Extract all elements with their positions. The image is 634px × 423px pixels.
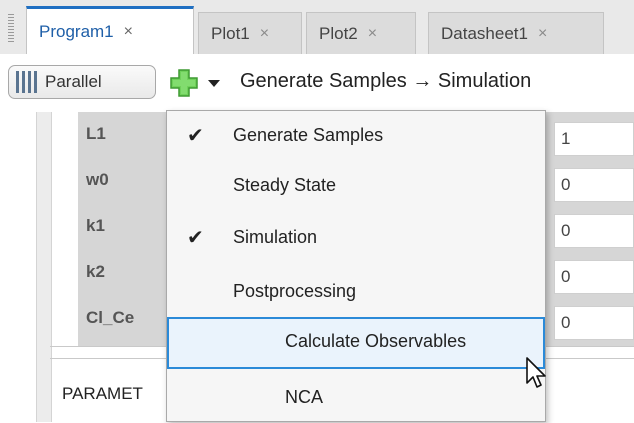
tab-datasheet1[interactable]: Datasheet1 × [428, 12, 604, 54]
parallel-bars-icon [15, 71, 37, 93]
param-value[interactable]: 1 [554, 122, 634, 156]
add-step-button[interactable] [166, 66, 202, 100]
menu-item-label: NCA [285, 387, 324, 407]
close-icon[interactable]: × [124, 23, 133, 41]
green-plus-icon [170, 69, 198, 97]
mouse-pointer-icon [526, 357, 546, 388]
param-value[interactable]: 0 [554, 168, 634, 202]
tab-program1[interactable]: Program1 × [26, 6, 194, 54]
tab-strip-grip[interactable] [8, 14, 14, 44]
menu-item-label: Steady State [233, 175, 337, 195]
tab-label: Plot1 [211, 23, 250, 43]
menu-item-label: Postprocessing [233, 281, 357, 301]
tab-plot2[interactable]: Plot2 × [306, 12, 416, 54]
menu-item-label: Generate Samples [233, 125, 384, 145]
tab-strip: Program1 × Plot1 × Plot2 × Datasheet1 × [0, 0, 634, 54]
param-value[interactable]: 0 [554, 260, 634, 294]
checkmark-icon: ✔ [187, 227, 204, 249]
close-icon[interactable]: × [538, 25, 547, 43]
pipeline-steps-text: Generate Samples → Simulation [240, 70, 532, 92]
param-name: Cl_Ce [86, 308, 135, 327]
menu-item-label: Calculate Observables [285, 331, 467, 351]
param-value[interactable]: 0 [554, 306, 634, 340]
menu-item-postprocessing[interactable]: Postprocessing [167, 267, 545, 317]
param-name: L1 [86, 124, 106, 143]
param-name: k1 [86, 216, 105, 235]
tab-label: Plot2 [319, 23, 358, 43]
tab-label: Program1 [39, 21, 114, 41]
tab-label: Datasheet1 [441, 23, 528, 43]
menu-item-generate-samples[interactable]: ✔ Generate Samples [167, 111, 545, 161]
checkmark-icon: ✔ [187, 125, 204, 147]
param-name: k2 [86, 262, 105, 281]
add-step-menu: ✔ Generate Samples Steady State ✔ Simula… [166, 110, 546, 422]
menu-item-simulation[interactable]: ✔ Simulation [167, 213, 545, 263]
tab-plot1[interactable]: Plot1 × [198, 12, 302, 54]
menu-item-nca[interactable]: NCA [167, 373, 545, 423]
toolbar: Parallel Generate Samples → Simulation [0, 54, 634, 112]
left-gutter [36, 112, 52, 422]
menu-item-label: Simulation [233, 227, 318, 247]
close-icon[interactable]: × [368, 25, 377, 43]
close-icon[interactable]: × [260, 25, 269, 43]
parallel-button[interactable]: Parallel [8, 65, 156, 99]
param-value[interactable]: 0 [554, 214, 634, 248]
menu-item-calculate-observables[interactable]: Calculate Observables [167, 317, 545, 369]
section-label: PARAMET [62, 384, 143, 403]
menu-item-steady-state[interactable]: Steady State [167, 161, 545, 211]
parallel-label: Parallel [45, 72, 102, 91]
param-name: w0 [86, 170, 109, 189]
chevron-down-icon[interactable] [208, 80, 220, 87]
